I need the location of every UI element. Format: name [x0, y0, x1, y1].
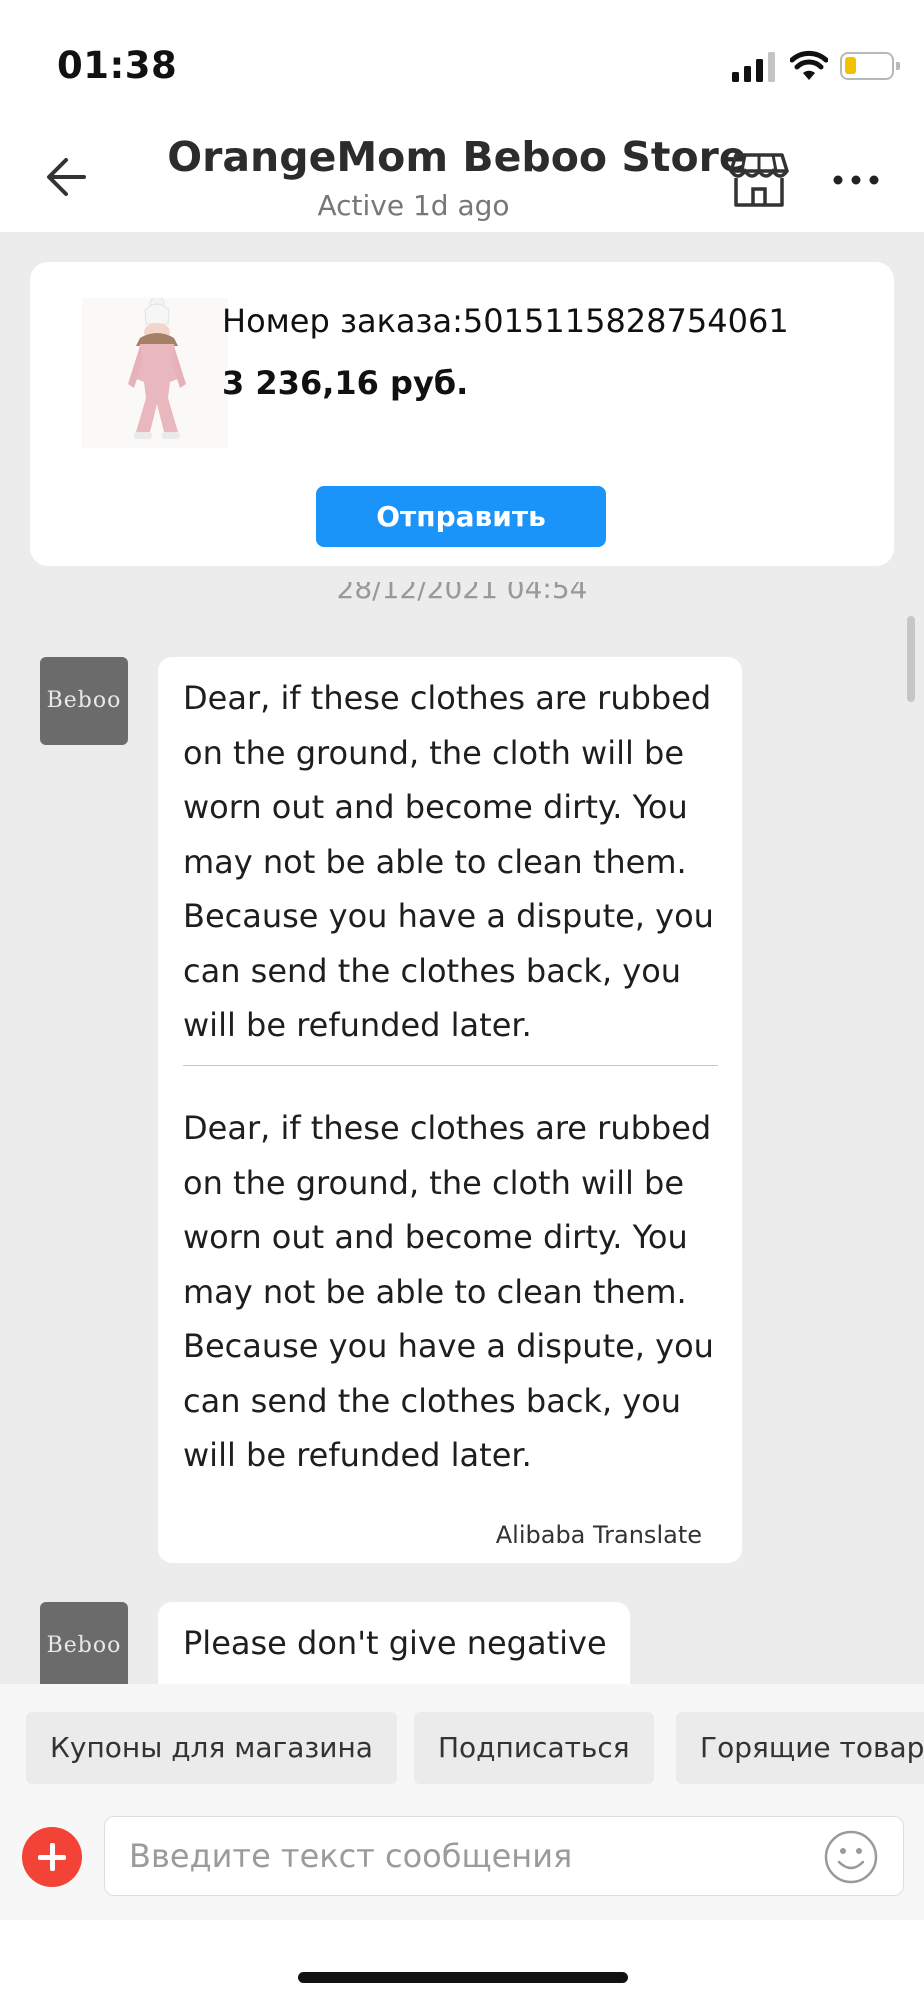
quick-actions-bar: Купоны для магазина Подписаться Горящие … — [0, 1684, 924, 1796]
scrollbar-thumb[interactable] — [907, 616, 915, 702]
home-indicator-area — [0, 1920, 924, 2000]
message-timestamp: 28/12/2021 04:54 — [336, 582, 588, 605]
order-price: 3 236,16 руб. — [222, 364, 469, 402]
send-order-button[interactable]: Отправить — [316, 486, 606, 547]
seller-avatar[interactable]: Beboo — [40, 1602, 128, 1684]
storefront-icon[interactable] — [728, 151, 790, 209]
status-time: 01:38 — [57, 44, 178, 87]
add-plus-icon[interactable] — [22, 1827, 82, 1887]
home-indicator[interactable] — [298, 1972, 628, 1983]
quick-action-hot-products[interactable]: Горящие товары — [676, 1712, 924, 1784]
quick-action-subscribe[interactable]: Подписаться — [414, 1712, 654, 1784]
chat-header: OrangeMom Beboo Store Active 1d ago — [0, 125, 924, 232]
order-card: Номер заказа:5015115828754061 3 236,16 р… — [30, 262, 894, 566]
chat-area[interactable]: Номер заказа:5015115828754061 3 236,16 р… — [0, 232, 924, 1684]
more-options-icon[interactable] — [832, 165, 880, 195]
message-original-text: Dear, if these clothes are rubbed on the… — [183, 679, 714, 1044]
message-bubble: Dear, if these clothes are rubbed on the… — [158, 657, 742, 1563]
message-original-text: Please don't give negative — [183, 1624, 607, 1662]
battery-icon — [840, 52, 900, 80]
cellular-signal-icon — [732, 52, 775, 82]
status-bar: 01:38 — [0, 0, 924, 125]
message-input[interactable]: Введите текст сообщения — [104, 1816, 904, 1896]
order-number: Номер заказа:5015115828754061 — [222, 302, 789, 340]
translation-credit: Alibaba Translate — [495, 1521, 702, 1549]
wifi-icon — [790, 50, 828, 80]
emoji-icon[interactable] — [823, 1829, 879, 1885]
active-status: Active 1d ago — [317, 189, 510, 222]
seller-avatar[interactable]: Beboo — [40, 657, 128, 745]
message-bubble: Please don't give negative — [158, 1602, 630, 1684]
product-thumbnail[interactable] — [82, 298, 228, 448]
message-translated-text: Dear, if these clothes are rubbed on the… — [183, 1109, 714, 1474]
message-input-bar: Введите текст сообщения — [0, 1796, 924, 1920]
message-input-placeholder: Введите текст сообщения — [129, 1837, 573, 1875]
quick-action-store-coupons[interactable]: Купоны для магазина — [26, 1712, 397, 1784]
translation-divider — [183, 1065, 718, 1066]
